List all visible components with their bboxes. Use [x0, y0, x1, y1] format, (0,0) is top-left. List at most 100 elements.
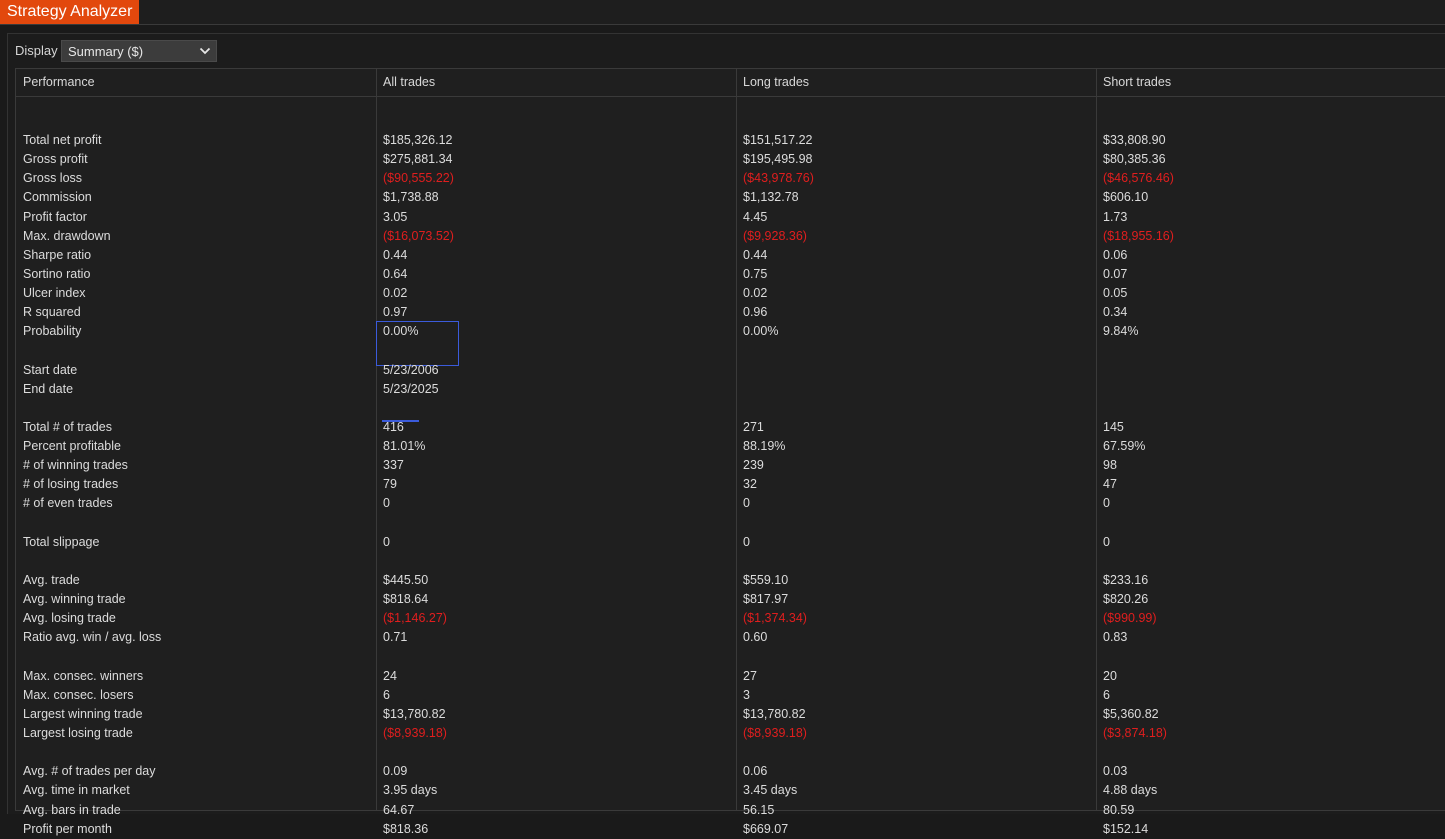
table-cell[interactable]: 0.97 — [383, 303, 407, 322]
table-cell[interactable]: 0.02 — [743, 284, 767, 303]
table-cell[interactable]: $559.10 — [743, 571, 788, 590]
column-header-performance[interactable]: Performance — [23, 73, 95, 92]
table-cell[interactable]: ($8,939.18) — [383, 724, 447, 743]
table-cell[interactable]: ($1,146.27) — [383, 609, 447, 628]
table-cell[interactable]: 0.05 — [1103, 284, 1127, 303]
table-cell[interactable]: $275,881.34 — [383, 150, 453, 169]
table-cell[interactable]: 4.88 days — [1103, 781, 1157, 800]
table-cell[interactable]: 0.44 — [743, 246, 767, 265]
column-separator[interactable] — [376, 69, 377, 810]
table-cell[interactable]: ($990.99) — [1103, 609, 1157, 628]
table-cell[interactable]: 0.03 — [1103, 762, 1127, 781]
table-cell[interactable]: $606.10 — [1103, 188, 1148, 207]
table-cell[interactable]: 98 — [1103, 456, 1117, 475]
table-cell[interactable]: $669.07 — [743, 820, 788, 839]
table-cell[interactable]: 6 — [383, 686, 390, 705]
table-cell[interactable]: 0.83 — [1103, 628, 1127, 647]
table-cell[interactable]: 0.60 — [743, 628, 767, 647]
table-cell[interactable]: 3.95 days — [383, 781, 437, 800]
table-cell[interactable]: 0 — [1103, 494, 1110, 513]
table-cell[interactable]: $1,132.78 — [743, 188, 799, 207]
table-cell[interactable]: ($18,955.16) — [1103, 227, 1174, 246]
table-cell[interactable]: $818.64 — [383, 590, 428, 609]
table-cell[interactable]: $33,808.90 — [1103, 131, 1166, 150]
table-cell[interactable]: 0 — [743, 494, 750, 513]
table-cell[interactable]: 5/23/2025 — [383, 380, 439, 399]
table-cell[interactable]: 0 — [743, 533, 750, 552]
table-cell[interactable]: $195,495.98 — [743, 150, 813, 169]
table-cell[interactable]: ($46,576.46) — [1103, 169, 1174, 188]
table-cell[interactable]: $817.97 — [743, 590, 788, 609]
header-divider — [16, 96, 1445, 97]
table-cell[interactable]: 0.64 — [383, 265, 407, 284]
table-cell[interactable]: ($9,928.36) — [743, 227, 807, 246]
table-cell[interactable]: ($3,874.18) — [1103, 724, 1167, 743]
table-cell[interactable]: 6 — [1103, 686, 1110, 705]
table-cell[interactable]: 9.84% — [1103, 322, 1138, 341]
row-label: Profit factor — [23, 210, 87, 224]
table-cell[interactable]: 0.02 — [383, 284, 407, 303]
table-cell[interactable]: $185,326.12 — [383, 131, 453, 150]
table-cell[interactable]: $151,517.22 — [743, 131, 813, 150]
table-cell[interactable]: $5,360.82 — [1103, 705, 1159, 724]
table-cell[interactable]: 0.34 — [1103, 303, 1127, 322]
table-cell[interactable]: 0.00% — [383, 322, 418, 341]
table-cell[interactable]: 5/23/2006 — [383, 361, 439, 380]
table-cell[interactable]: $820.26 — [1103, 590, 1148, 609]
table-cell[interactable]: $13,780.82 — [743, 705, 806, 724]
table-cell[interactable]: 47 — [1103, 475, 1117, 494]
table-cell[interactable]: 64.67 — [383, 801, 414, 820]
table-cell[interactable]: 271 — [743, 418, 764, 437]
table-cell[interactable]: 56.15 — [743, 801, 774, 820]
table-cell[interactable]: 0.75 — [743, 265, 767, 284]
column-header-all-trades[interactable]: All trades — [383, 73, 435, 92]
table-cell[interactable]: 0.07 — [1103, 265, 1127, 284]
table-cell[interactable]: ($1,374.34) — [743, 609, 807, 628]
table-cell[interactable]: 81.01% — [383, 437, 425, 456]
table-cell[interactable]: 1.73 — [1103, 208, 1127, 227]
column-separator[interactable] — [736, 69, 737, 810]
table-cell[interactable]: 0 — [383, 533, 390, 552]
table-cell[interactable]: 3 — [743, 686, 750, 705]
table-cell[interactable]: 239 — [743, 456, 764, 475]
table-cell[interactable]: 0.09 — [383, 762, 407, 781]
column-separator[interactable] — [1096, 69, 1097, 810]
table-cell[interactable]: ($16,073.52) — [383, 227, 454, 246]
table-cell[interactable]: 32 — [743, 475, 757, 494]
table-cell[interactable]: ($8,939.18) — [743, 724, 807, 743]
table-cell[interactable]: 0.06 — [1103, 246, 1127, 265]
app-title-tab[interactable]: Strategy Analyzer — [0, 0, 140, 24]
table-cell[interactable]: 0.06 — [743, 762, 767, 781]
display-dropdown[interactable]: Summary ($) — [61, 40, 217, 62]
table-cell[interactable]: 27 — [743, 667, 757, 686]
table-cell[interactable]: 24 — [383, 667, 397, 686]
table-cell[interactable]: $80,385.36 — [1103, 150, 1166, 169]
table-cell[interactable]: 20 — [1103, 667, 1117, 686]
column-header-long-trades[interactable]: Long trades — [743, 73, 809, 92]
table-cell[interactable]: 79 — [383, 475, 397, 494]
table-cell[interactable]: $818.36 — [383, 820, 428, 839]
table-cell[interactable]: 0.96 — [743, 303, 767, 322]
table-cell[interactable]: ($43,978.76) — [743, 169, 814, 188]
table-cell[interactable]: 3.05 — [383, 208, 407, 227]
table-cell[interactable]: 0 — [1103, 533, 1110, 552]
table-cell[interactable]: $152.14 — [1103, 820, 1148, 839]
table-cell[interactable]: 416 — [383, 418, 404, 437]
table-cell[interactable]: 80.59 — [1103, 801, 1134, 820]
table-cell[interactable]: 0 — [383, 494, 390, 513]
table-cell[interactable]: 67.59% — [1103, 437, 1145, 456]
table-cell[interactable]: $445.50 — [383, 571, 428, 590]
table-cell[interactable]: 0.44 — [383, 246, 407, 265]
table-cell[interactable]: $1,738.88 — [383, 188, 439, 207]
table-cell[interactable]: $233.16 — [1103, 571, 1148, 590]
column-header-short-trades[interactable]: Short trades — [1103, 73, 1171, 92]
table-cell[interactable]: 0.00% — [743, 322, 778, 341]
table-cell[interactable]: ($90,555.22) — [383, 169, 454, 188]
table-cell[interactable]: 145 — [1103, 418, 1124, 437]
table-cell[interactable]: 88.19% — [743, 437, 785, 456]
table-cell[interactable]: 337 — [383, 456, 404, 475]
table-cell[interactable]: $13,780.82 — [383, 705, 446, 724]
table-cell[interactable]: 3.45 days — [743, 781, 797, 800]
table-cell[interactable]: 0.71 — [383, 628, 407, 647]
table-cell[interactable]: 4.45 — [743, 208, 767, 227]
